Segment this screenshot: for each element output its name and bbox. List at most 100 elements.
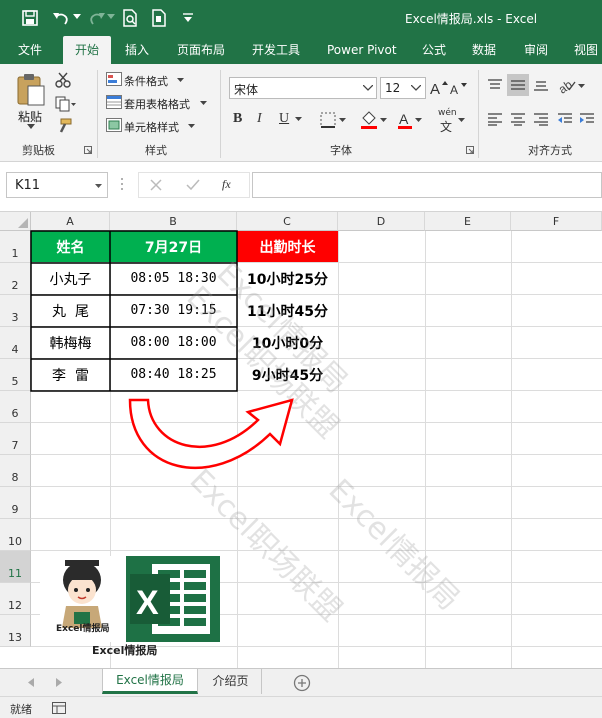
font-size-select[interactable]: 12 [380, 77, 426, 99]
phonetic-label: wén [438, 108, 457, 118]
logo-badge-text: Excel情报局 [56, 624, 110, 634]
underline-button[interactable]: U [279, 110, 289, 128]
conditional-format-button[interactable]: 条件格式 [124, 73, 168, 89]
phonetic-char[interactable]: 文 [440, 118, 452, 135]
ribbon: 粘贴 剪贴板 条件格式 套用表格格式 单元格样式 样式 宋体 12 A A B … [0, 64, 602, 162]
tab-page-layout[interactable]: 页面布局 [177, 36, 225, 64]
sheet-tab-bar: Excel情报局 介绍页 [0, 668, 602, 696]
name-box-value: K11 [15, 178, 41, 193]
table-format-dropdown-icon[interactable] [200, 101, 207, 105]
sheet-tab-active[interactable]: Excel情报局 [102, 669, 198, 694]
clipboard-launcher-icon[interactable] [84, 146, 92, 154]
align-left-icon[interactable] [487, 112, 503, 126]
tab-home[interactable]: 开始 [63, 36, 111, 64]
increase-font-icon[interactable]: A [430, 80, 448, 96]
worksheet-grid[interactable]: A B C D E F 1 2 3 4 5 6 7 8 9 10 11 12 1… [0, 212, 602, 668]
sheet-tab-intro[interactable]: 介绍页 [200, 669, 262, 694]
table-format-icon[interactable] [106, 95, 122, 109]
ribbon-separator [478, 70, 479, 158]
ribbon-separator [97, 70, 98, 158]
svg-text:A: A [450, 83, 458, 96]
font-color-dropdown-icon[interactable] [415, 118, 422, 122]
decrease-indent-icon[interactable] [557, 112, 573, 126]
align-right-icon[interactable] [533, 112, 549, 126]
curved-arrow-icon [128, 398, 294, 469]
tab-power-pivot[interactable]: Power Pivot [327, 36, 397, 64]
font-name-value: 宋体 [234, 83, 259, 97]
tab-view[interactable]: 视图 [574, 36, 598, 64]
decrease-font-icon[interactable]: A [450, 81, 468, 96]
insert-function-button[interactable]: fx [222, 177, 231, 192]
tab-review[interactable]: 审阅 [524, 36, 548, 64]
conditional-format-dropdown-icon[interactable] [177, 78, 184, 82]
customize-toolbar-icon[interactable] [182, 13, 194, 23]
scroll-left-icon[interactable] [28, 678, 34, 687]
window-title: Excel情报局.xls - Excel [405, 12, 538, 26]
add-sheet-icon[interactable] [293, 674, 311, 692]
paste-icon[interactable] [16, 72, 46, 106]
conditional-format-icon[interactable] [106, 72, 122, 86]
table-format-button[interactable]: 套用表格格式 [124, 96, 190, 112]
redo-icon[interactable] [88, 10, 106, 26]
borders-dropdown-icon[interactable] [339, 118, 346, 122]
title-bar: Excel情报局.xls - Excel [0, 0, 602, 36]
undo-icon[interactable] [52, 10, 70, 26]
cell-style-icon[interactable] [106, 118, 122, 132]
orientation-dropdown-icon[interactable] [578, 84, 585, 88]
svg-text:A: A [430, 81, 440, 96]
font-launcher-icon[interactable] [466, 146, 474, 154]
paste-dropdown-icon[interactable] [27, 124, 35, 129]
align-middle-icon[interactable] [510, 78, 526, 92]
formula-input[interactable] [252, 172, 602, 198]
fill-color-dropdown-icon[interactable] [380, 118, 387, 122]
name-box[interactable]: K11 [6, 172, 108, 198]
align-center-icon[interactable] [510, 112, 526, 126]
cut-icon[interactable] [55, 72, 71, 88]
formula-bar-grip-icon [121, 178, 123, 190]
font-color-icon[interactable]: A [397, 110, 413, 130]
enter-icon[interactable] [186, 179, 200, 191]
macro-record-icon[interactable] [52, 702, 66, 714]
open-file-icon[interactable] [151, 9, 167, 27]
logo-caption: Excel情报局 [92, 644, 158, 657]
copy-icon[interactable] [55, 96, 77, 112]
scroll-right-icon[interactable] [56, 678, 62, 687]
undo-dropdown-icon[interactable] [73, 14, 81, 20]
cancel-icon[interactable] [150, 179, 162, 191]
ribbon-separator [220, 70, 221, 158]
font-name-select[interactable]: 宋体 [229, 77, 377, 99]
cell-style-button[interactable]: 单元格样式 [124, 119, 179, 135]
align-top-icon[interactable] [487, 78, 503, 92]
cell-style-dropdown-icon[interactable] [188, 124, 195, 128]
logo-graphic: X [40, 556, 220, 642]
fill-color-icon[interactable] [360, 110, 378, 130]
status-ready: 就绪 [10, 703, 32, 716]
tab-data[interactable]: 数据 [472, 36, 496, 64]
borders-icon[interactable] [320, 112, 336, 128]
tab-file[interactable]: 文件 [18, 36, 42, 64]
italic-button[interactable]: I [257, 110, 262, 128]
tab-insert[interactable]: 插入 [125, 36, 149, 64]
save-icon[interactable] [22, 10, 38, 26]
svg-text:X: X [136, 584, 159, 622]
underline-dropdown-icon[interactable] [295, 117, 302, 121]
font-size-value: 12 [385, 81, 401, 95]
print-preview-icon[interactable] [122, 9, 138, 27]
name-box-dropdown-icon[interactable] [95, 184, 102, 188]
status-bar: 就绪 [0, 696, 602, 718]
styles-group-label: 样式 [145, 144, 167, 157]
paste-label[interactable]: 粘贴 [18, 108, 42, 125]
increase-indent-icon[interactable] [579, 112, 595, 126]
font-group-label: 字体 [330, 144, 352, 157]
chevron-down-icon[interactable] [411, 85, 421, 91]
tab-formulas[interactable]: 公式 [422, 36, 446, 64]
bold-button[interactable]: B [233, 110, 242, 128]
logo-image[interactable]: X Excel情报局 Excel情报局 [40, 556, 220, 657]
format-painter-icon[interactable] [55, 118, 73, 134]
tab-developer[interactable]: 开发工具 [252, 36, 300, 64]
orientation-icon[interactable]: ab [557, 76, 577, 94]
align-bottom-icon[interactable] [533, 78, 549, 92]
phonetic-dropdown-icon[interactable] [458, 118, 465, 122]
redo-dropdown-icon[interactable] [107, 14, 115, 20]
chevron-down-icon[interactable] [363, 85, 373, 91]
